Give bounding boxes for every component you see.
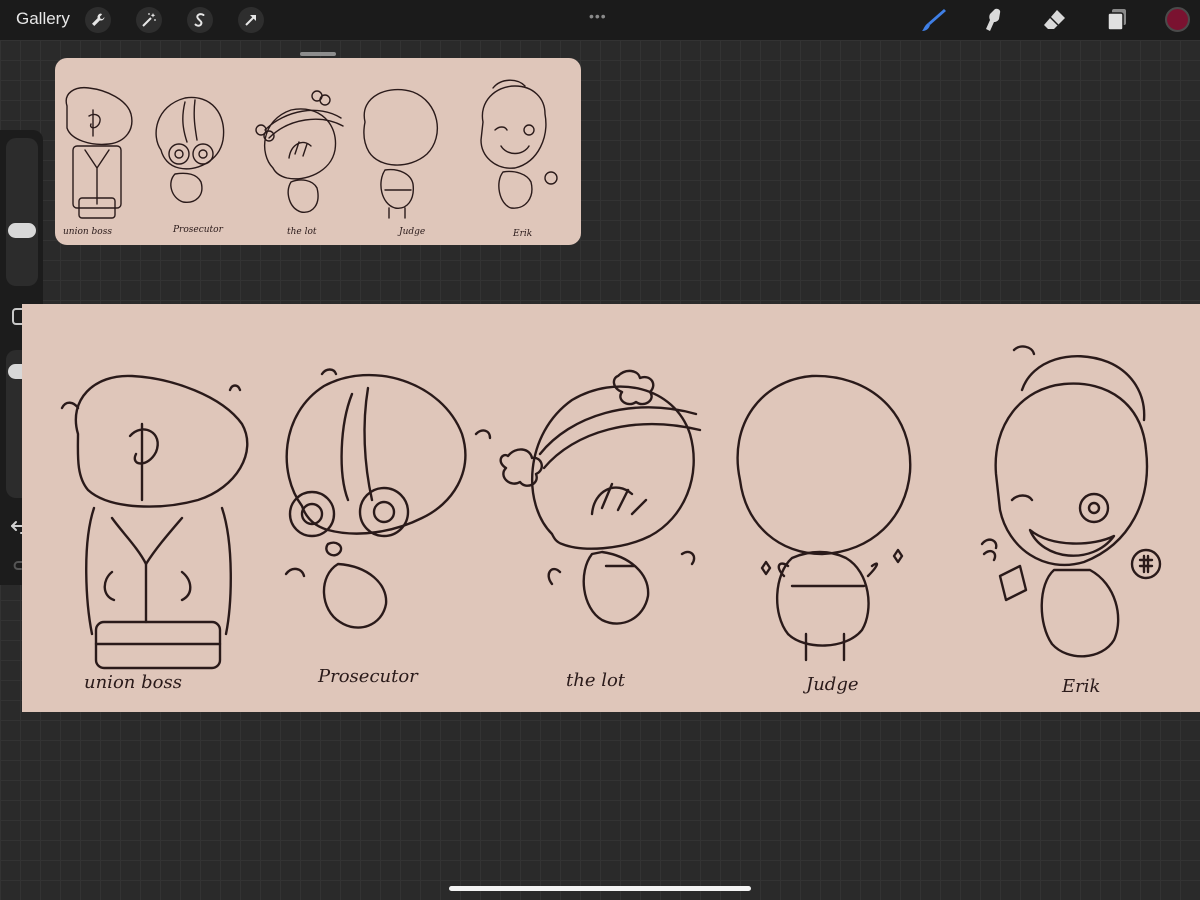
- eraser-tool[interactable]: [1041, 6, 1069, 34]
- home-indicator[interactable]: [449, 886, 751, 891]
- character-judge: [736, 374, 912, 662]
- reference-drag-handle[interactable]: [300, 52, 336, 56]
- more-options-icon[interactable]: •••: [589, 8, 607, 24]
- drawing-canvas[interactable]: union boss Prosecutor the lot Judge Erik: [22, 304, 1200, 712]
- character-union-boss: [60, 374, 249, 670]
- character-the-lot: [499, 369, 702, 625]
- ref-label-the-lot: the lot: [287, 227, 317, 237]
- label-union-boss: union boss: [84, 672, 182, 693]
- ref-label-judge: Judge: [397, 227, 425, 237]
- label-prosecutor: Prosecutor: [317, 666, 419, 687]
- ref-character-judge: [363, 88, 439, 219]
- ref-character-erik: [480, 79, 558, 209]
- selection-icon: [194, 13, 205, 27]
- ref-character-union-boss: [65, 86, 133, 219]
- label-erik: Erik: [1061, 676, 1100, 697]
- adjustments-button[interactable]: [136, 7, 162, 33]
- magic-wand-icon: [142, 13, 156, 27]
- wrench-icon: [92, 13, 105, 26]
- ref-label-erik: Erik: [512, 229, 532, 239]
- actions-button[interactable]: [85, 7, 111, 33]
- transform-button[interactable]: [238, 7, 264, 33]
- ref-label-prosecutor: Prosecutor: [172, 225, 224, 235]
- canvas-drawing: union boss Prosecutor the lot Judge Erik: [60, 345, 1162, 697]
- gallery-button[interactable]: Gallery: [16, 9, 70, 29]
- reference-drawing: union boss Prosecutor the lot Judge Erik: [63, 79, 558, 239]
- transform-arrow-icon: [245, 15, 256, 26]
- label-the-lot: the lot: [566, 670, 626, 691]
- top-toolbar: Gallery •••: [0, 0, 1200, 40]
- selection-button[interactable]: [187, 7, 213, 33]
- reference-window[interactable]: union boss Prosecutor the lot Judge Erik: [55, 58, 581, 245]
- character-prosecutor: [284, 368, 492, 629]
- brush-size-knob[interactable]: [8, 222, 36, 238]
- smudge-tool[interactable]: [980, 6, 1008, 34]
- brush-size-slider[interactable]: [6, 138, 38, 286]
- character-erik: [980, 345, 1162, 658]
- ref-character-the-lot: [255, 90, 344, 213]
- brush-icon: [922, 9, 946, 31]
- color-picker-button[interactable]: [1165, 7, 1190, 32]
- eraser-icon: [1044, 10, 1065, 29]
- ref-character-prosecutor: [155, 96, 225, 203]
- label-judge: Judge: [802, 674, 859, 695]
- ref-label-union-boss: union boss: [63, 227, 112, 237]
- brush-tool[interactable]: [920, 6, 948, 34]
- layers-icon: [1107, 9, 1126, 31]
- smudge-icon: [986, 8, 1001, 31]
- layers-button[interactable]: [1103, 6, 1131, 34]
